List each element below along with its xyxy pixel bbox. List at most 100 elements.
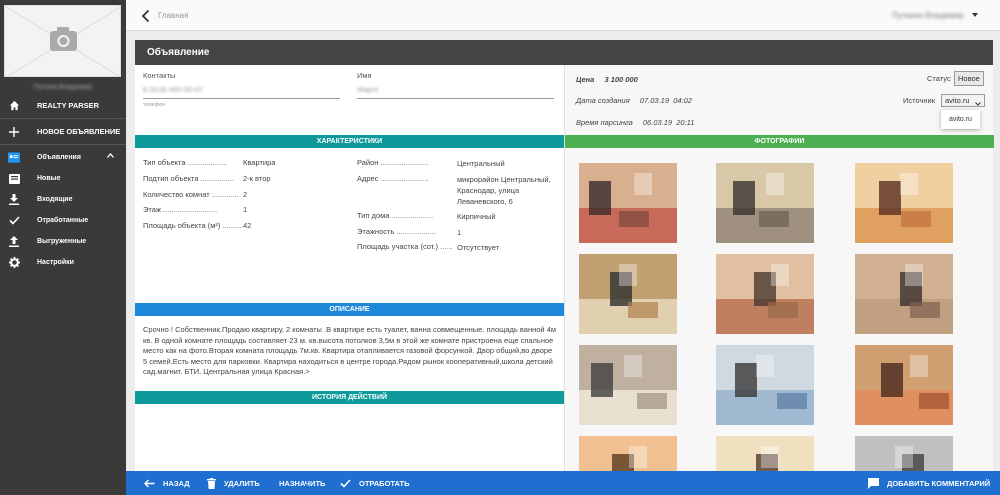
characteristic-dots: ....................	[389, 211, 434, 220]
characteristic-dots: ......	[437, 242, 453, 251]
source-select-value: avito.ru	[945, 96, 970, 105]
sidebar-item-label: REALTY PARSER	[37, 100, 100, 110]
delete-button-label: УДАЛИТЬ	[224, 478, 260, 488]
characteristic-row: Тип объекта ................... Квартира	[143, 158, 343, 167]
back-button-label: НАЗАД	[163, 478, 190, 488]
plus-icon	[8, 126, 20, 138]
source-select[interactable]: avito.ru	[941, 94, 985, 107]
add-comment-button-label: ДОБАВИТЬ КОММЕНТАРИЙ	[887, 478, 991, 488]
sidebar-user-name: Путина Владимир	[33, 84, 93, 91]
upload-icon	[8, 236, 20, 248]
sidebar: Путина Владимир REALTY PARSER НОВОЕ ОБЪЯ…	[0, 0, 126, 495]
characteristic-label: Этаж	[143, 205, 161, 214]
listing-photo[interactable]	[716, 163, 814, 243]
mark-done-button[interactable]: ОТРАБОТАТЬ	[340, 471, 410, 495]
caret-down-icon[interactable]	[972, 13, 978, 17]
sidebar-item-processed[interactable]: Отработанные	[0, 210, 126, 231]
characteristic-dots: ................	[198, 174, 234, 183]
sidebar-item-incoming[interactable]: Входящие	[0, 189, 126, 210]
check-icon	[8, 215, 20, 227]
ad-card: Объявление Контакты 8 (918) 000-00-07 те…	[135, 40, 994, 495]
characteristic-label: Количество комнат	[143, 190, 210, 199]
name-label: Имя	[357, 71, 372, 80]
price-label: Цена	[576, 75, 595, 84]
sidebar-item-label: Новые	[37, 175, 61, 182]
assign-button[interactable]: НАЗНАЧИТЬ	[279, 471, 325, 495]
divider	[0, 118, 126, 119]
download-icon	[8, 194, 20, 206]
phone-hint: телефон	[143, 102, 166, 108]
gear-icon	[8, 257, 20, 269]
price-value: 3 100 000	[604, 75, 638, 84]
sidebar-item-ads[interactable]: Объявления	[0, 147, 126, 168]
page-title: Объявление	[135, 40, 993, 65]
sidebar-item-new[interactable]: Новые	[0, 168, 126, 189]
characteristic-value: 42	[243, 221, 252, 230]
characteristic-label: Тип дома	[357, 211, 390, 220]
characteristic-value: 2	[243, 190, 248, 199]
description-text: Срочно ! Собственник.Продаю квартиру, 2 …	[143, 325, 557, 376]
created-value: 07.03.19 04:02	[639, 96, 692, 105]
characteristic-dots: ...................	[394, 227, 437, 236]
source-dropdown-option[interactable]: avito.ru	[941, 110, 980, 129]
mark-done-button-label: ОТРАБОТАТЬ	[359, 478, 410, 488]
listing-photo[interactable]	[716, 345, 814, 425]
characteristic-value: 2-к втор	[243, 174, 271, 183]
user-menu[interactable]: Путинин Владимир	[892, 11, 963, 20]
sidebar-item-home[interactable]: REALTY PARSER	[0, 94, 126, 116]
name-field[interactable]: Марго	[357, 85, 378, 94]
sidebar-nav: REALTY PARSER НОВОЕ ОБЪЯВЛЕНИЕ Объявлени…	[0, 94, 126, 273]
action-bar: НАЗАД УДАЛИТЬ НАЗНАЧИТЬ ОТРАБОТАТЬ ДОБАВ…	[126, 471, 1000, 495]
phone-underline	[143, 98, 340, 99]
parsed-row: Время парсинга 06.03.19 20:11	[576, 118, 694, 127]
chevron-up-icon	[107, 153, 114, 160]
listing-photo[interactable]	[579, 254, 677, 334]
characteristic-dots: ...................	[185, 158, 228, 167]
sidebar-item-exported[interactable]: Выгруженные	[0, 231, 126, 252]
sidebar-item-settings[interactable]: Настройки	[0, 252, 126, 273]
characteristic-row: Район ....................... Центральный	[357, 158, 557, 168]
created-row: Дата создания 07.03.19 04:02	[576, 96, 692, 105]
topbar: Главная Путинин Владимир	[126, 0, 1000, 31]
characteristic-label: Площадь участка (сот.)	[357, 242, 438, 251]
breadcrumb[interactable]: Главная	[158, 11, 188, 20]
trash-icon	[207, 477, 216, 489]
listing-photo[interactable]	[855, 254, 953, 334]
phone-label: Контакты	[143, 71, 176, 80]
comment-icon	[868, 477, 879, 489]
listing-photo[interactable]	[855, 163, 953, 243]
price-row: Цена 3 100 000	[576, 75, 638, 84]
characteristic-value: микрорайон Центральный, Краснодар, улица…	[457, 175, 551, 206]
back-arrow-icon[interactable]	[140, 9, 152, 23]
sidebar-item-label: Отработанные	[37, 217, 89, 224]
listing-photo[interactable]	[716, 254, 814, 334]
characteristic-dots: .......................	[378, 158, 429, 167]
back-button[interactable]: НАЗАД	[144, 471, 190, 495]
history-header: ИСТОРИЯ ДЕЙСТВИЙ	[135, 391, 564, 404]
characteristic-value: Квартира	[243, 158, 276, 167]
description-header: ОПИСАНИЕ	[135, 303, 564, 316]
avatar	[4, 5, 121, 77]
assign-button-label: НАЗНАЧИТЬ	[279, 478, 326, 488]
listing-photo[interactable]	[579, 345, 677, 425]
name-underline	[357, 98, 554, 99]
status-label: Статус	[927, 74, 951, 83]
right-column: Цена 3 100 000 Дата создания 07.03.19 04…	[564, 65, 994, 495]
characteristic-value: Отсутствует	[457, 243, 500, 252]
characteristic-dots: .......................	[378, 174, 429, 183]
phone-field[interactable]: 8 (918) 000-00-07	[143, 85, 203, 94]
characteristic-label: Адрес	[357, 174, 379, 183]
sidebar-item-label: Настройки	[37, 259, 74, 266]
sidebar-item-new-ad[interactable]: НОВОЕ ОБЪЯВЛЕНИЕ	[0, 121, 126, 142]
listing-photo[interactable]	[579, 163, 677, 243]
characteristic-row: Площадь объекта (м²) .......... 42	[143, 221, 343, 230]
characteristic-value: Центральный	[457, 159, 505, 168]
delete-button[interactable]: УДАЛИТЬ	[207, 471, 260, 495]
add-comment-button[interactable]: ДОБАВИТЬ КОММЕНТАРИЙ	[868, 471, 990, 495]
characteristic-dots: ..........................	[160, 205, 218, 214]
characteristic-label: Площадь объекта (м²)	[143, 221, 221, 230]
divider	[0, 144, 126, 145]
list-icon	[8, 152, 20, 164]
listing-photo[interactable]	[855, 345, 953, 425]
inbox-icon	[8, 173, 20, 185]
